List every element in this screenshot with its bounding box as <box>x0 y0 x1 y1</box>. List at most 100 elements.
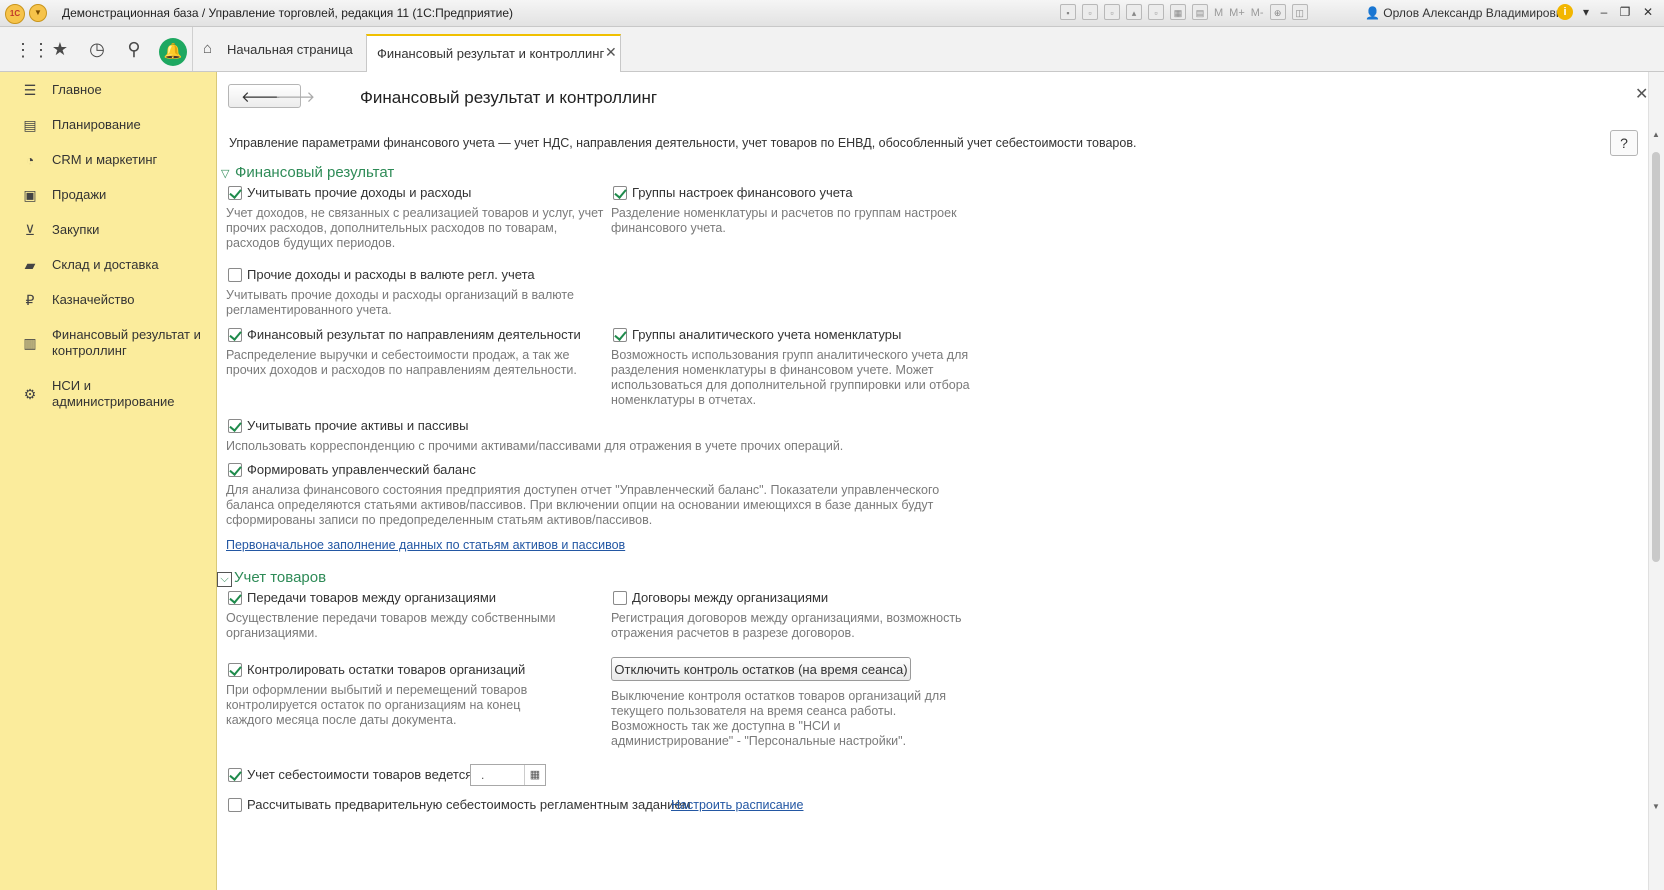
menu-lines-icon: ☰ <box>23 82 37 98</box>
bag-icon: ▣ <box>23 187 37 203</box>
checkbox[interactable] <box>613 591 627 605</box>
checkbox[interactable] <box>228 591 242 605</box>
favorites-star-icon[interactable]: ★ <box>50 39 70 59</box>
info-icon[interactable]: i <box>1557 4 1573 20</box>
sidebar-item-label: Продажи <box>52 187 107 202</box>
scroll-up-icon[interactable]: ▲ <box>1652 130 1660 139</box>
calendar-icon[interactable]: ▤ <box>1192 4 1208 20</box>
option-hint: Возможность использования групп аналитич… <box>611 348 970 407</box>
sidebar-item-label: CRM и маркетинг <box>52 152 158 167</box>
titlebar-toolbar: ▪ ▫ ▫ ▴ ▫ ▦ ▤ M M+ M- ⊕ ◫ <box>1060 4 1308 22</box>
mail-icon[interactable]: ▫ <box>1148 4 1164 20</box>
history-icon[interactable]: ◷ <box>87 39 107 59</box>
checkbox[interactable] <box>228 663 242 677</box>
tab-home[interactable]: ⌂ Начальная страница <box>192 27 365 71</box>
cart-icon: ⊻ <box>24 222 36 238</box>
apps-grid-icon[interactable]: ⋮⋮ <box>14 40 50 60</box>
bar-chart-icon: ▥ <box>23 335 37 351</box>
search-icon[interactable]: ⚲ <box>124 39 144 59</box>
cost-start-date-input[interactable]: . ▦ <box>470 764 546 786</box>
gear-icon: ⚙ <box>23 386 37 402</box>
option-hint: Распределение выручки и себестоимости пр… <box>226 348 577 377</box>
preview-icon[interactable]: ▫ <box>1104 4 1120 20</box>
current-user[interactable]: 👤 Орлов Александр Владимирович <box>1365 6 1569 20</box>
print-icon[interactable]: ▫ <box>1082 4 1098 20</box>
minimize-icon[interactable]: – <box>1596 5 1612 19</box>
checkbox[interactable] <box>228 268 242 282</box>
window-title: Демонстрационная база / Управление торго… <box>62 6 514 20</box>
vertical-scrollbar[interactable]: ▲ ▼ <box>1648 72 1664 890</box>
panels-icon[interactable]: ◫ <box>1291 4 1308 20</box>
sections-sidebar: ☰ Главное ▤ Планирование ◔ CRM и маркети… <box>0 72 217 890</box>
option-label: Договоры между организациями <box>632 590 829 605</box>
disable-control-button[interactable]: Отключить контроль остатков (на время се… <box>611 657 911 681</box>
option-label: Учитывать прочие доходы и расходы <box>247 185 472 200</box>
scrollbar-thumb[interactable] <box>1652 152 1660 562</box>
help-button[interactable]: ? <box>1610 130 1638 156</box>
tab-close-icon[interactable]: ✕ <box>605 44 617 61</box>
disable-control-hint: Выключение контроля остатков товаров орг… <box>611 689 946 748</box>
calculator-icon[interactable]: ▦ <box>1170 4 1186 20</box>
option-hint: Для анализа финансового состояния предпр… <box>226 483 940 527</box>
checkbox[interactable] <box>228 419 242 433</box>
sidebar-item-label: Склад и доставка <box>52 257 159 272</box>
option-label: Прочие доходы и расходы в валюте регл. у… <box>247 267 535 282</box>
section-title: Учет товаров <box>234 569 327 586</box>
section-fin-result-header[interactable]: ▽ Финансовый результат <box>221 164 394 181</box>
form-description: Управление параметрами финансового учета… <box>229 136 1137 150</box>
option-label: Учитывать прочие активы и пассивы <box>247 418 469 433</box>
option-label: Формировать управленческий баланс <box>247 462 476 477</box>
option-label: Передачи товаров между организациями <box>247 590 497 605</box>
option-hint: Осуществление передачи товаров между соб… <box>226 611 556 640</box>
upload-icon[interactable]: ▴ <box>1126 4 1142 20</box>
section-title: Финансовый результат <box>235 164 395 181</box>
sidebar-item-label: Закупки <box>52 222 100 237</box>
option-hint: Регистрация договоров между организациям… <box>611 611 962 640</box>
chevron-down-icon: ▽ <box>221 168 230 180</box>
notifications-bell-icon[interactable]: 🔔 <box>159 38 187 66</box>
checkbox[interactable] <box>228 186 242 200</box>
zoom-icon[interactable]: ⊕ <box>1269 4 1286 20</box>
user-icon: 👤 <box>1365 6 1380 20</box>
restore-icon[interactable]: ❐ <box>1617 5 1633 19</box>
sidebar-item-label: Финансовый результат и контроллинг <box>52 327 201 358</box>
checkbox[interactable] <box>228 328 242 342</box>
memory-mplus-button[interactable]: M+ <box>1229 4 1245 20</box>
chevron-down-icon: ⌵ <box>217 572 232 587</box>
form-close-icon[interactable]: ✕ <box>1635 84 1648 104</box>
checkbox[interactable] <box>228 798 242 812</box>
checkbox[interactable] <box>613 328 627 342</box>
option-hint: При оформлении выбытий и перемещений тов… <box>226 683 528 727</box>
checkbox[interactable] <box>228 768 242 782</box>
main-menu-button[interactable]: ▼ <box>29 4 47 22</box>
tab-home-label: Начальная страница <box>227 42 353 57</box>
date-value: . <box>481 768 485 782</box>
tab-fin-result[interactable]: Финансовый результат и контроллинг ✕ <box>366 34 621 72</box>
memory-mminus-button[interactable]: M- <box>1251 4 1264 20</box>
save-icon[interactable]: ▪ <box>1060 4 1076 20</box>
sidebar-item-label: НСИ и администрирование <box>52 378 175 409</box>
scroll-down-icon[interactable]: ▼ <box>1652 802 1660 811</box>
option-label: Контролировать остатки товаров организац… <box>247 662 526 677</box>
sidebar-item-label: Главное <box>52 82 102 97</box>
initial-fill-link[interactable]: Первоначальное заполнение данных по стат… <box>226 538 625 552</box>
section-goods-header[interactable]: ⌵ Учет товаров <box>217 569 326 587</box>
options-icon[interactable]: ▾ <box>1578 5 1594 19</box>
window-titlebar: 1С ▼ Демонстрационная база / Управление … <box>0 0 1664 27</box>
calendar-icon[interactable]: ▦ <box>524 765 545 785</box>
checkbox[interactable] <box>613 186 627 200</box>
checkbox[interactable] <box>228 463 242 477</box>
schedule-link[interactable]: Настроить расписание <box>671 798 804 812</box>
app-logo: 1С <box>5 4 25 24</box>
forward-arrow-icon[interactable]: 🡒 <box>275 87 315 106</box>
truck-icon: ▰ <box>24 257 36 273</box>
memory-m-button[interactable]: M <box>1214 4 1223 20</box>
option-label: Рассчитывать предварительную себестоимос… <box>247 797 691 812</box>
planning-icon: ▤ <box>23 117 37 133</box>
sidebar-item-label: Казначейство <box>52 292 135 307</box>
user-name: Орлов Александр Владимирович <box>1383 6 1569 20</box>
ruble-icon: ₽ <box>25 292 35 308</box>
option-label: Группы настроек финансового учета <box>632 185 853 200</box>
window-close-icon[interactable]: ✕ <box>1640 5 1656 19</box>
home-icon: ⌂ <box>203 40 213 57</box>
